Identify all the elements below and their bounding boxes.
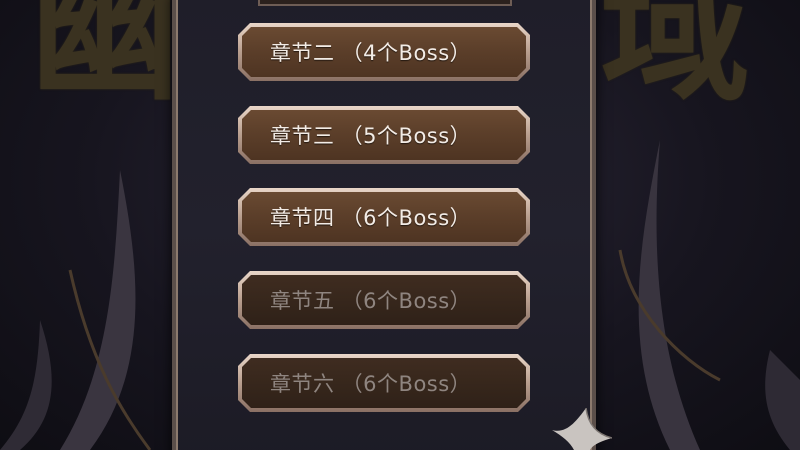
chapter-3-button-face: 章节三 （5个Boss） xyxy=(242,110,526,160)
chapter-5-label: 章节五 （6个Boss） xyxy=(270,289,472,313)
background-title-left: 幽 xyxy=(30,0,187,122)
chapter-5-button-face: 章节五 （6个Boss） xyxy=(242,275,526,325)
previous-chapter-button-edge[interactable] xyxy=(258,0,512,6)
chapter-5-button[interactable]: 章节五 （6个Boss） xyxy=(238,271,530,329)
chapter-4-button[interactable]: 章节四 （6个Boss） xyxy=(238,188,530,246)
left-tusk-decoration xyxy=(0,170,152,450)
chapter-4-button-face: 章节四 （6个Boss） xyxy=(242,192,526,242)
chapter-3-button[interactable]: 章节三 （5个Boss） xyxy=(238,106,530,164)
background-title-right: 域 xyxy=(600,0,757,122)
chapter-2-button-face: 章节二 （4个Boss） xyxy=(242,27,526,77)
chapter-2-label: 章节二 （4个Boss） xyxy=(270,41,472,65)
right-tusk-decoration xyxy=(618,140,800,450)
chapter-6-label: 章节六 （6个Boss） xyxy=(270,372,472,396)
game-screen: 幽 域 章节二 （4个Boss） 章节三 （5个Boss） 章节四 （6个Bos… xyxy=(0,0,800,450)
chapter-3-label: 章节三 （5个Boss） xyxy=(270,124,472,148)
blade-tip-decoration xyxy=(552,408,612,450)
chapter-6-button-face: 章节六 （6个Boss） xyxy=(242,358,526,408)
chapter-6-button[interactable]: 章节六 （6个Boss） xyxy=(238,354,530,412)
chapter-4-label: 章节四 （6个Boss） xyxy=(270,206,472,230)
chapter-2-button[interactable]: 章节二 （4个Boss） xyxy=(238,23,530,81)
